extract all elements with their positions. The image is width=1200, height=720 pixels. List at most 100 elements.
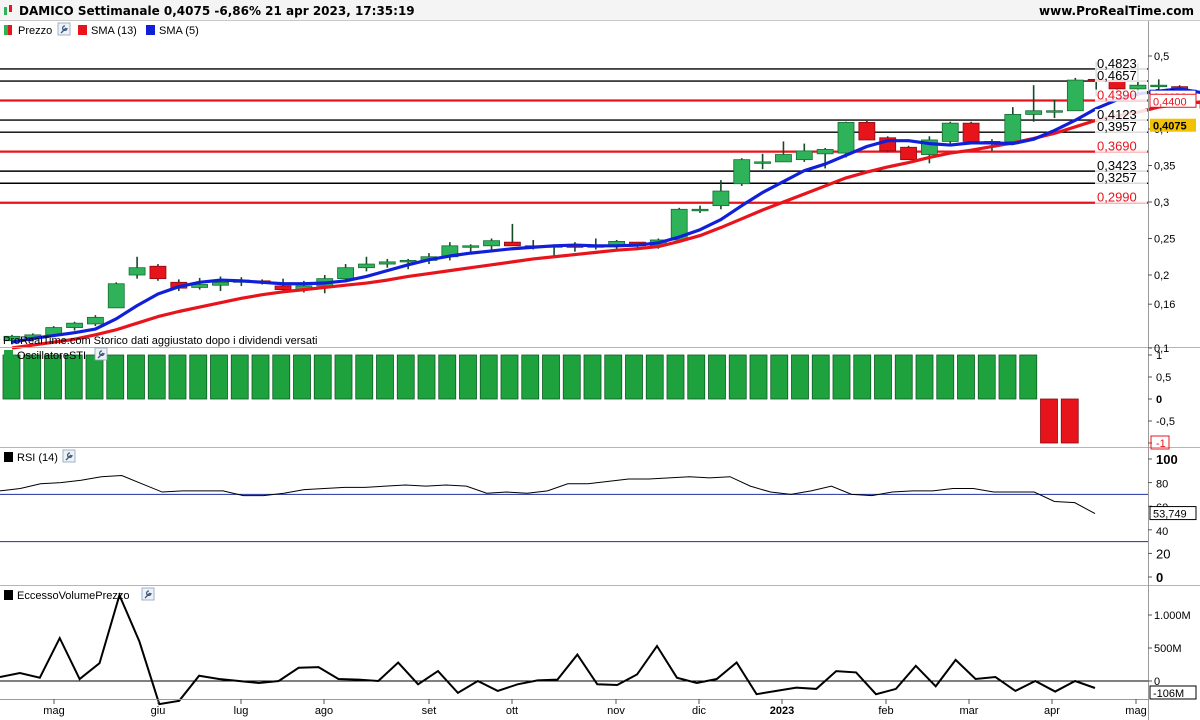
oscillator-bar xyxy=(1060,398,1079,444)
candle-body xyxy=(837,122,855,154)
candle-body xyxy=(962,122,980,142)
price-axis-label: 0,35 xyxy=(1154,161,1175,173)
oscillator-bar xyxy=(1040,398,1058,444)
price-axis-label: 0,2 xyxy=(1154,270,1169,282)
candle-body xyxy=(816,149,834,155)
candle-body xyxy=(754,161,771,164)
time-axis-label: nov xyxy=(607,705,625,717)
oscillator-bar xyxy=(874,354,892,400)
price-axis-label: 0,16 xyxy=(1154,299,1175,311)
candle-body xyxy=(87,316,104,325)
oscillator-bar xyxy=(791,354,809,400)
oscillator-bar xyxy=(666,354,685,400)
oscillator-bar xyxy=(251,354,270,400)
oscillator-bar xyxy=(645,354,664,400)
candle-body xyxy=(128,267,146,276)
rsi-axis-label: 100 xyxy=(1156,452,1178,467)
oscillator-bar xyxy=(915,354,934,400)
oscillator-bar xyxy=(313,354,332,400)
site-url[interactable]: www.ProRealTime.com xyxy=(1039,4,1194,18)
oscillator-bar xyxy=(583,354,602,400)
oscillator-bar xyxy=(355,354,374,400)
volume-axis-label: 1.000M xyxy=(1154,610,1191,622)
wrench-icon[interactable] xyxy=(141,587,155,601)
oscillator-bar xyxy=(189,354,208,400)
oscillator-bar xyxy=(998,354,1017,400)
time-axis-label: dic xyxy=(692,705,707,717)
header-bar: DAMICO Settimanale 0,4075 -6,86% 21 apr … xyxy=(0,0,1200,21)
rsi-axis-label: 40 xyxy=(1156,526,1168,538)
price-axis-label: 0,25 xyxy=(1154,234,1175,246)
candle-body xyxy=(399,259,417,263)
wrench-icon[interactable] xyxy=(57,22,71,36)
oscillator-bar xyxy=(728,354,747,400)
last-price-badge: 0,4075 xyxy=(1153,121,1187,133)
rsi-axis-label: 20 xyxy=(1156,546,1170,561)
candle-body xyxy=(337,267,355,280)
sma13-badge: 0,4400 xyxy=(1153,96,1187,108)
candle-body xyxy=(941,122,959,142)
oscillator-bar xyxy=(894,354,913,400)
level-label: 0,3957 xyxy=(1097,119,1137,134)
candle-body xyxy=(378,261,396,265)
price-legend: Prezzo SMA (13) SMA (5) xyxy=(0,21,1148,39)
sma5-color-swatch xyxy=(146,25,155,35)
volume-axis-label: 500M xyxy=(1154,643,1182,655)
candle-body xyxy=(358,263,375,269)
osc-axis-label: -0,5 xyxy=(1156,416,1175,428)
candle-body xyxy=(1004,114,1022,142)
oscillator-bar xyxy=(396,354,415,400)
time-axis-label: apr xyxy=(1044,705,1060,717)
oscillator-bar xyxy=(438,354,457,400)
oscillator-bar xyxy=(230,354,249,400)
candle-body xyxy=(66,322,83,328)
price-axis-label: 0,3 xyxy=(1154,197,1169,209)
oscillator-bar xyxy=(293,354,311,400)
volume-last-badge: -106M xyxy=(1153,688,1184,700)
oscillator-bar xyxy=(604,354,623,400)
rsi-axis-label: 80 xyxy=(1156,479,1168,491)
candle-body xyxy=(149,265,167,280)
wrench-icon[interactable] xyxy=(94,347,108,361)
candle-body xyxy=(503,241,521,247)
candle-body xyxy=(212,281,229,286)
sma13-legend-label: SMA (13) xyxy=(91,25,137,37)
wrench-icon[interactable] xyxy=(62,449,76,463)
time-axis-label: set xyxy=(422,705,437,717)
candle-body xyxy=(858,122,876,141)
candle-body xyxy=(1150,84,1168,88)
oscillator-bar xyxy=(977,354,996,400)
oscillator-bar xyxy=(542,354,560,400)
candle-body xyxy=(1066,79,1084,112)
osc-axis-label: 1 xyxy=(1156,350,1162,362)
oscillator-bar xyxy=(1019,354,1038,400)
candle-body xyxy=(733,159,751,185)
oscillator-bar xyxy=(811,354,830,400)
oscillator-bar xyxy=(168,354,187,400)
oscillator-bar xyxy=(334,354,353,400)
oscillator-bar xyxy=(106,354,125,400)
price-color-swatch xyxy=(4,25,8,35)
time-axis-label: mar xyxy=(960,705,979,717)
oscillator-bar xyxy=(417,354,436,400)
sma5-legend-label: SMA (5) xyxy=(159,25,199,37)
oscillator-bar xyxy=(479,354,498,400)
candle-body xyxy=(712,190,730,207)
time-axis-label: ago xyxy=(315,705,333,717)
oscillator-bar xyxy=(562,354,581,400)
chart-window: DAMICO Settimanale 0,4075 -6,86% 21 apr … xyxy=(0,0,1200,720)
time-axis-label: mag xyxy=(1125,705,1146,717)
oscillator-bar xyxy=(210,354,228,400)
sma13-color-swatch xyxy=(78,25,87,35)
level-label: 0,3257 xyxy=(1097,170,1137,185)
oscillator-bar xyxy=(147,354,166,400)
oscillator-bar xyxy=(749,354,768,400)
oscillator-title: OscillatoreSTI xyxy=(17,350,86,362)
chart-title: DAMICO Settimanale 0,4075 -6,86% 21 apr … xyxy=(19,4,415,18)
candle-body xyxy=(691,208,709,212)
oscillator-bar xyxy=(770,354,789,400)
time-axis-label: ott xyxy=(506,705,518,717)
time-axis-label: feb xyxy=(878,705,893,717)
rsi-last-badge: 53,749 xyxy=(1153,509,1187,521)
oscillator-bar xyxy=(85,354,104,400)
